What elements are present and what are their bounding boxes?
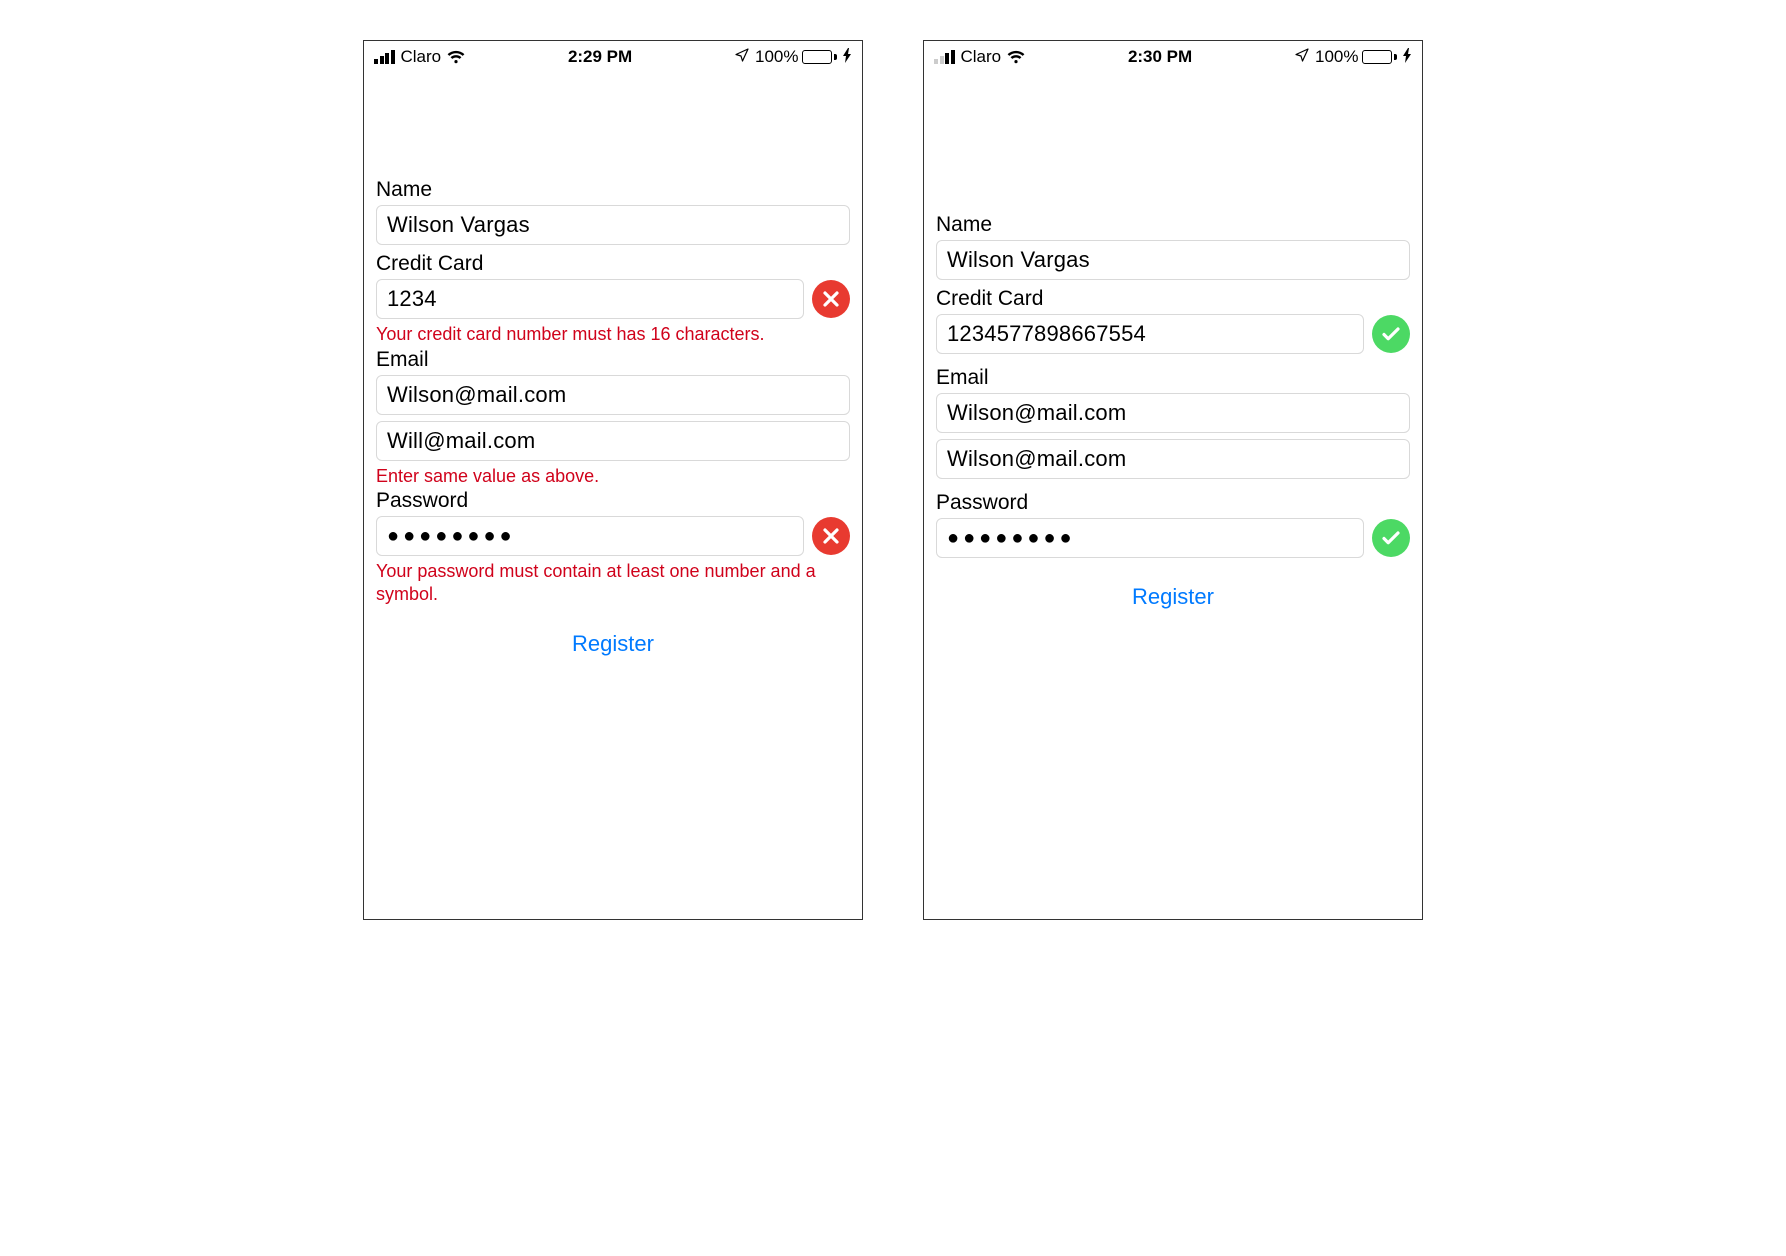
location-icon — [735, 48, 749, 66]
email-field[interactable]: Wilson@mail.com — [376, 375, 850, 415]
password-field[interactable]: ●●●●●●●● — [376, 516, 804, 556]
battery-percent: 100% — [1315, 47, 1358, 67]
charging-icon — [1403, 48, 1412, 66]
battery-percent: 100% — [755, 47, 798, 67]
signal-icon — [374, 50, 395, 64]
status-bar: Claro 2:30 PM 100% — [924, 41, 1422, 71]
name-label: Name — [936, 213, 1410, 237]
location-icon — [1295, 48, 1309, 66]
battery-icon — [1362, 50, 1397, 64]
wifi-icon — [447, 50, 465, 64]
name-label: Name — [376, 178, 850, 202]
register-button[interactable]: Register — [376, 631, 850, 657]
credit-card-field[interactable]: 1234577898667554 — [936, 314, 1364, 354]
credit-card-label: Credit Card — [376, 252, 850, 276]
name-field[interactable]: Wilson Vargas — [376, 205, 850, 245]
error-icon — [812, 280, 850, 318]
status-bar: Claro 2:29 PM 100% — [364, 41, 862, 71]
email-field[interactable]: Wilson@mail.com — [936, 393, 1410, 433]
credit-card-error: Your credit card number must has 16 char… — [376, 323, 850, 346]
phone-screen-left: Claro 2:29 PM 100% Name Wilson Vargas Cr… — [363, 40, 863, 920]
battery-icon — [802, 50, 837, 64]
carrier-label: Claro — [961, 47, 1002, 67]
email-label: Email — [936, 366, 1410, 390]
clock-time: 2:30 PM — [1128, 47, 1192, 67]
password-error: Your password must contain at least one … — [376, 560, 850, 605]
email-error: Enter same value as above. — [376, 465, 850, 488]
password-label: Password — [376, 489, 850, 513]
charging-icon — [843, 48, 852, 66]
name-field[interactable]: Wilson Vargas — [936, 240, 1410, 280]
wifi-icon — [1007, 50, 1025, 64]
email-label: Email — [376, 348, 850, 372]
register-button[interactable]: Register — [936, 584, 1410, 610]
check-icon — [1372, 519, 1410, 557]
password-label: Password — [936, 491, 1410, 515]
password-field[interactable]: ●●●●●●●● — [936, 518, 1364, 558]
email-confirm-field[interactable]: Will@mail.com — [376, 421, 850, 461]
credit-card-label: Credit Card — [936, 287, 1410, 311]
clock-time: 2:29 PM — [568, 47, 632, 67]
email-confirm-field[interactable]: Wilson@mail.com — [936, 439, 1410, 479]
error-icon — [812, 517, 850, 555]
signal-icon — [934, 50, 955, 64]
check-icon — [1372, 315, 1410, 353]
credit-card-field[interactable]: 1234 — [376, 279, 804, 319]
carrier-label: Claro — [401, 47, 442, 67]
phone-screen-right: Claro 2:30 PM 100% Name Wilson Vargas Cr… — [923, 40, 1423, 920]
